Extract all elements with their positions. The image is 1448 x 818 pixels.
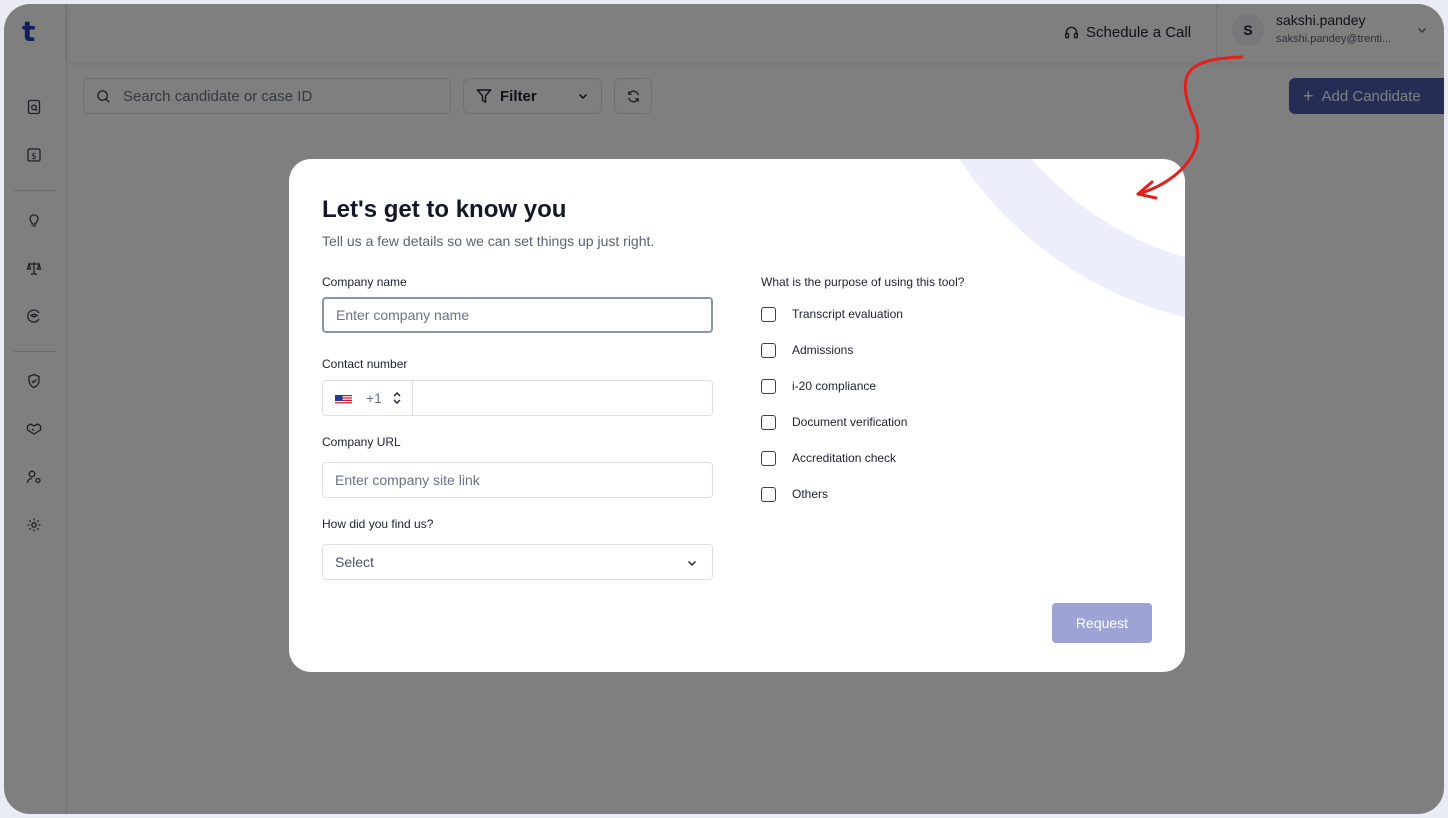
checkbox[interactable] [761,378,776,394]
purpose-option-label: Accreditation check [792,451,897,465]
country-code-select[interactable]: +1 [323,381,413,415]
purpose-option[interactable]: i-20 compliance [761,377,876,395]
company-name-field[interactable] [322,297,713,333]
company-name-label: Company name [322,275,407,289]
contact-number-field[interactable]: +1 [322,380,713,416]
chevron-up-down-icon [393,392,401,404]
purpose-option[interactable]: Admissions [761,341,853,359]
checkbox[interactable] [761,342,776,358]
checkbox[interactable] [761,306,776,322]
request-button[interactable]: Request [1052,603,1152,643]
checkbox[interactable] [761,486,776,502]
company-url-label: Company URL [322,435,401,449]
purpose-option-label: Document verification [792,415,908,429]
purpose-option-label: Others [792,487,829,501]
country-code: +1 [366,390,382,406]
find-us-select[interactable]: Select [322,544,713,580]
annotation-arrow-icon [1136,55,1244,200]
find-us-label: How did you find us? [322,517,434,531]
purpose-option[interactable]: Transcript evaluation [761,305,903,323]
contact-number-label: Contact number [322,357,408,371]
app-frame: t $ Schedule a [4,4,1444,814]
purpose-option-label: i-20 compliance [792,379,877,393]
checkbox[interactable] [761,414,776,430]
find-us-value: Select [335,554,374,570]
modal-subtitle: Tell us a few details so we can set thin… [322,233,655,249]
company-url-field[interactable] [322,462,713,498]
purpose-option[interactable]: Others [761,485,828,503]
purpose-option-label: Admissions [792,343,854,357]
purpose-option-label: Transcript evaluation [792,307,903,321]
modal-title: Let's get to know you [322,196,567,223]
chevron-down-icon [688,561,696,566]
checkbox[interactable] [761,450,776,466]
purpose-label: What is the purpose of using this tool? [761,275,965,289]
purpose-option[interactable]: Document verification [761,413,907,431]
us-flag-icon [335,393,352,404]
onboarding-modal: Let's get to know you Tell us a few deta… [289,159,1185,672]
purpose-option[interactable]: Accreditation check [761,449,896,467]
